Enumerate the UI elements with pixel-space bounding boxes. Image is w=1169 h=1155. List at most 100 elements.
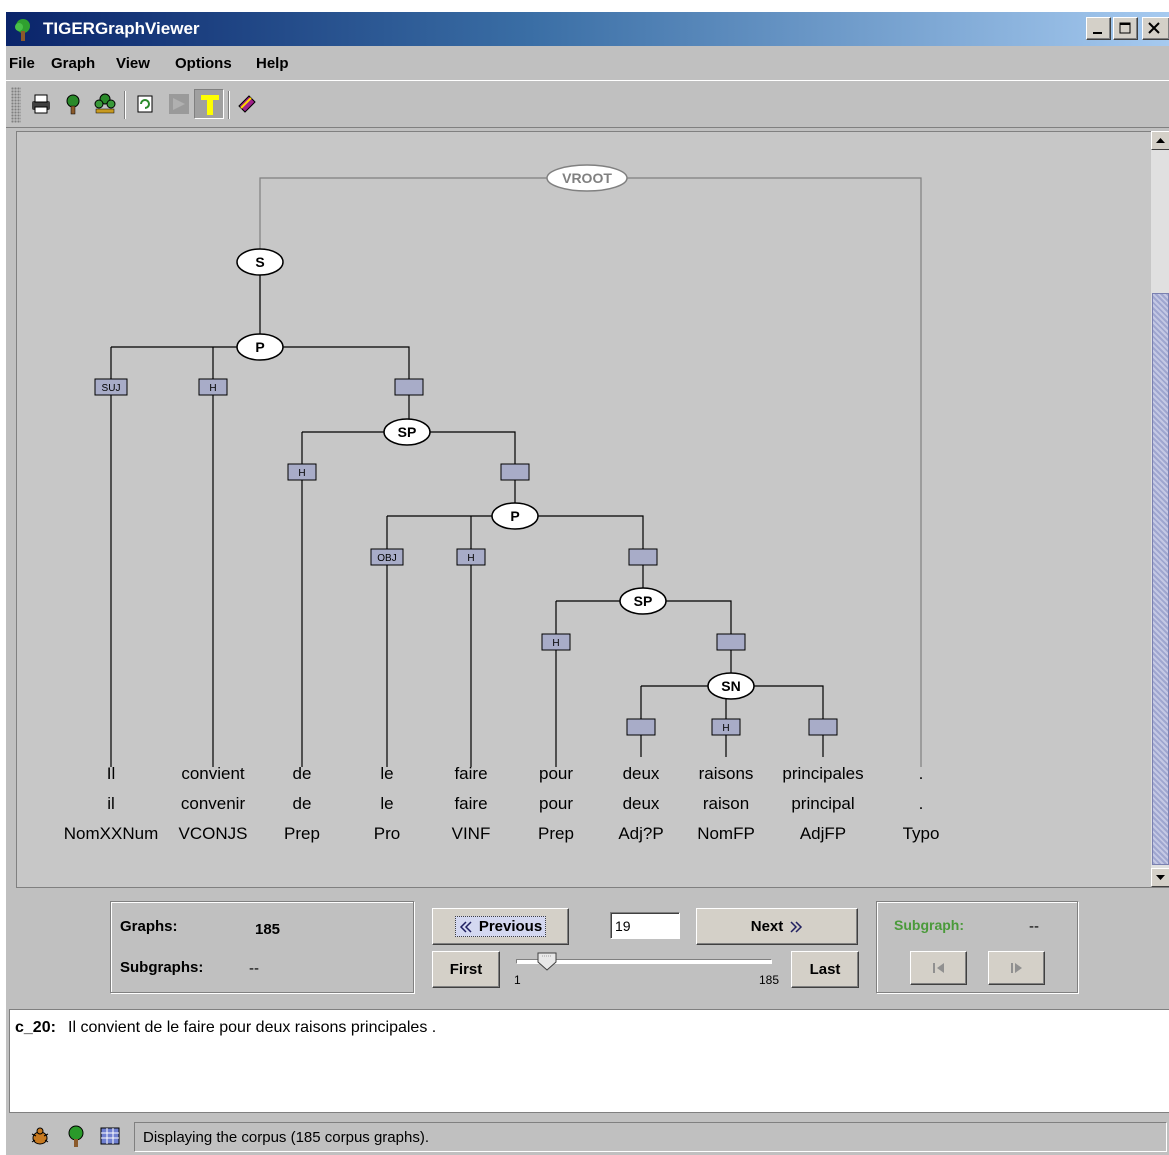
- step-back-icon: [932, 963, 944, 973]
- text-T-icon: [201, 95, 219, 115]
- edge-label-h: H: [456, 548, 486, 566]
- menu-options[interactable]: Options: [175, 55, 232, 72]
- tree-button[interactable]: [58, 89, 88, 119]
- canvas-divider: [16, 887, 1169, 893]
- previous-subgraph-button[interactable]: [910, 951, 967, 985]
- svg-text:de: de: [293, 794, 312, 813]
- first-button[interactable]: First: [432, 951, 500, 988]
- node-s[interactable]: S: [236, 248, 284, 276]
- node-p[interactable]: P: [491, 502, 539, 530]
- close-button[interactable]: [1142, 17, 1169, 40]
- terminal[interactable]: convient convenir VCONJS: [179, 764, 248, 843]
- forest-icon: [94, 93, 116, 114]
- subgraph-label: Subgraph:: [894, 917, 964, 933]
- subgraphs-label: Subgraphs:: [120, 959, 204, 976]
- edge-label-h: H: [287, 463, 317, 481]
- vertical-scrollbar[interactable]: [1151, 131, 1169, 887]
- svg-text:SN: SN: [721, 678, 740, 694]
- scroll-up-button[interactable]: [1151, 131, 1169, 150]
- sentence-panel[interactable]: c_20: Il convient de le faire pour deux …: [9, 1009, 1169, 1113]
- svg-text:H: H: [722, 723, 729, 734]
- node-sp[interactable]: SP: [383, 418, 431, 446]
- graphs-info-box: Graphs: 185 Subgraphs: --: [110, 901, 414, 993]
- tree-icon: [66, 94, 80, 115]
- svg-text:.: .: [919, 764, 924, 783]
- graph-number-input[interactable]: [610, 912, 680, 939]
- toolbar-grip[interactable]: [11, 87, 21, 123]
- svg-text:le: le: [380, 794, 393, 813]
- svg-text:Prep: Prep: [284, 824, 320, 843]
- svg-text:Adj?P: Adj?P: [618, 824, 663, 843]
- terminal[interactable]: Il il NomXXNum: [64, 764, 158, 843]
- node-vroot[interactable]: VROOT: [546, 164, 628, 192]
- terminal[interactable]: raisons raison NomFP: [697, 764, 755, 843]
- svg-text:NomFP: NomFP: [697, 824, 755, 843]
- slider-min-label: 1: [514, 973, 521, 987]
- svg-text:le: le: [380, 764, 393, 783]
- terminal[interactable]: .. Typo: [903, 764, 940, 843]
- svg-text:Typo: Typo: [903, 824, 940, 843]
- flag-button-disabled[interactable]: [164, 89, 194, 119]
- edge-label-empty: [808, 718, 838, 736]
- graphs-label: Graphs:: [120, 918, 178, 935]
- svg-text:SP: SP: [398, 424, 417, 440]
- svg-text:S: S: [255, 254, 264, 270]
- scroll-down-button[interactable]: [1151, 868, 1169, 887]
- scroll-thumb[interactable]: [1152, 293, 1169, 865]
- terminal[interactable]: de de Prep: [284, 764, 320, 843]
- minimize-button[interactable]: [1086, 17, 1111, 40]
- svg-text:VINF: VINF: [452, 824, 491, 843]
- graph-canvas[interactable]: VROOT S P SP P SP SN SUJ H H OBJ H H H I…: [16, 131, 1151, 887]
- status-field: Displaying the corpus (185 corpus graphs…: [134, 1122, 1167, 1152]
- terminal[interactable]: principales principal AdjFP: [782, 764, 863, 843]
- edge-label-h: H: [198, 378, 228, 396]
- arrow-down-icon: [1156, 875, 1165, 880]
- menu-help[interactable]: Help: [256, 55, 289, 72]
- terminal[interactable]: le le Pro: [374, 764, 400, 843]
- svg-text:NomXXNum: NomXXNum: [64, 824, 158, 843]
- book-button[interactable]: [232, 89, 262, 119]
- print-button[interactable]: [26, 89, 56, 119]
- node-p[interactable]: P: [236, 333, 284, 361]
- svg-text:Pro: Pro: [374, 824, 400, 843]
- bug-icon[interactable]: [28, 1124, 52, 1148]
- svg-text:AdjFP: AdjFP: [800, 824, 846, 843]
- menu-view[interactable]: View: [116, 55, 150, 72]
- svg-text:pour: pour: [539, 794, 573, 813]
- close-icon: [1148, 22, 1160, 34]
- arrow-up-icon: [1156, 138, 1165, 143]
- toolbar: [6, 80, 1169, 128]
- terminal[interactable]: pour pour Prep: [538, 764, 574, 843]
- refresh-icon: [137, 95, 153, 113]
- next-subgraph-button[interactable]: [988, 951, 1045, 985]
- subgraphs-count: --: [249, 960, 259, 977]
- maximize-button[interactable]: [1113, 17, 1138, 40]
- menu-graph[interactable]: Graph: [51, 55, 95, 72]
- toolbar-separator: [228, 91, 230, 119]
- tree-icon[interactable]: [64, 1124, 88, 1148]
- svg-text:raison: raison: [703, 794, 749, 813]
- minimize-icon: [1093, 32, 1102, 34]
- refresh-button[interactable]: [130, 89, 160, 119]
- last-button[interactable]: Last: [791, 951, 859, 988]
- graph-slider[interactable]: 1 185: [514, 952, 784, 988]
- previous-button[interactable]: Previous: [432, 908, 569, 945]
- forest-button[interactable]: [90, 89, 120, 119]
- next-button[interactable]: Next: [696, 908, 858, 945]
- svg-text:convient: convient: [181, 764, 245, 783]
- terminal[interactable]: faire faire VINF: [452, 764, 491, 843]
- table-icon[interactable]: [98, 1124, 122, 1148]
- disabled-flag-icon: [169, 94, 189, 114]
- window-title: TIGERGraphViewer: [43, 19, 200, 38]
- double-chevron-right-icon: [790, 920, 803, 933]
- text-toggle-button[interactable]: [194, 89, 224, 119]
- svg-text:Prep: Prep: [538, 824, 574, 843]
- node-sn[interactable]: SN: [707, 672, 755, 700]
- slider-thumb-icon: [537, 952, 557, 971]
- node-sp[interactable]: SP: [619, 587, 667, 615]
- svg-text:deux: deux: [623, 764, 660, 783]
- menu-file[interactable]: File: [9, 55, 35, 72]
- terminal[interactable]: deux deux Adj?P: [618, 764, 663, 843]
- edge-label-empty: [716, 633, 746, 651]
- status-text: Displaying the corpus (185 corpus graphs…: [143, 1129, 429, 1146]
